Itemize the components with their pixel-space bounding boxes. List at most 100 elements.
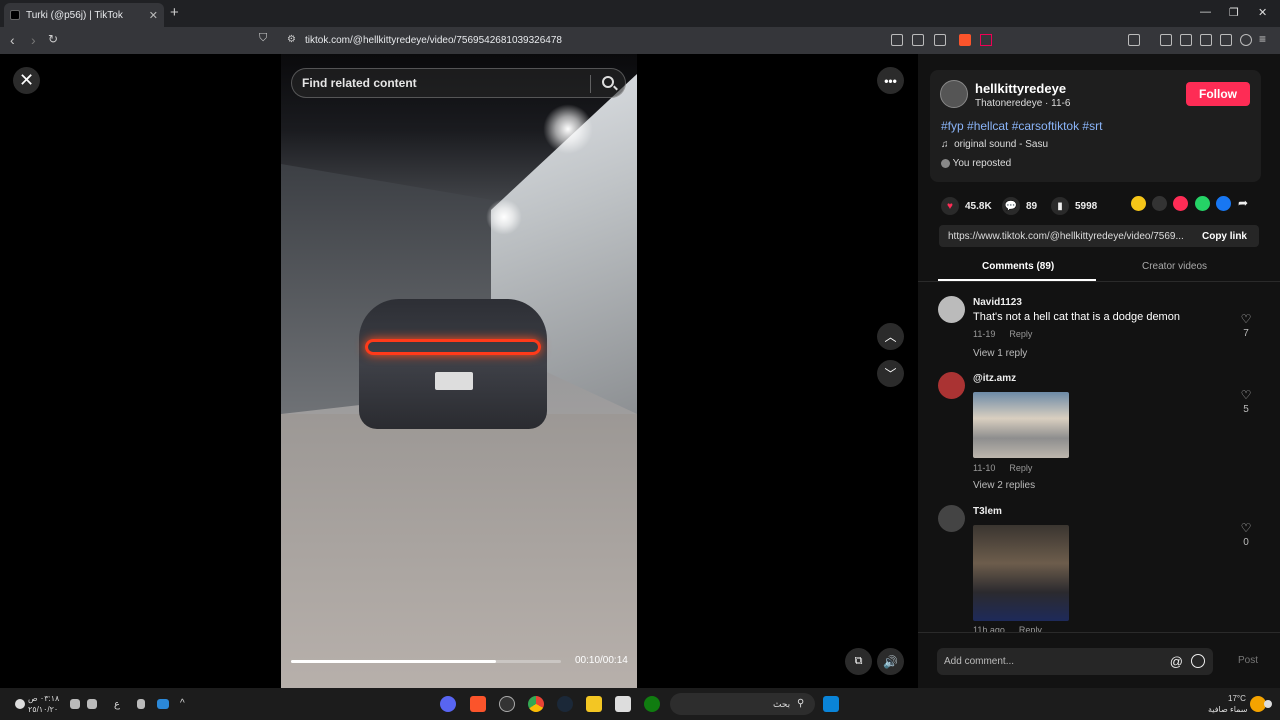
share-page-icon[interactable] [934,34,946,46]
forward-icon[interactable]: › [31,32,36,48]
search-icon[interactable] [602,76,614,88]
floating-player-button[interactable]: ⧉ [845,648,872,675]
taskbar-search[interactable]: بحث ⚲ [670,693,815,715]
file-explorer-icon[interactable] [586,696,602,712]
post-sound[interactable]: ♫ original sound - Sasu [941,139,1048,150]
maximize-icon[interactable]: ❐ [1229,6,1239,19]
music-icon[interactable] [1160,34,1172,46]
sound-label: original sound - Sasu [954,139,1049,150]
post-comment-button[interactable]: Post [1238,655,1258,666]
post-hashtags[interactable]: #fyp #hellcat #carsoftiktok #srt [941,119,1102,133]
cast-icon[interactable] [912,34,924,46]
follow-button[interactable]: Follow [1186,82,1250,106]
weather-desc[interactable]: سماء صافية [1208,705,1248,714]
speaker-icon[interactable] [70,699,80,709]
close-tab-icon[interactable]: ✕ [149,9,158,22]
language-indicator[interactable]: ع [114,699,120,710]
steam-icon[interactable] [557,696,573,712]
minimize-icon[interactable]: — [1200,6,1211,18]
search-divider [590,75,591,93]
xbox-icon[interactable] [644,696,660,712]
chevron-up-icon[interactable]: ^ [180,698,185,709]
tab-creator-videos[interactable]: Creator videos [1142,261,1207,272]
back-icon[interactable]: ‹ [10,32,15,48]
windows-start-icon[interactable] [823,696,839,712]
wallet-icon[interactable] [1200,34,1212,46]
next-video-button[interactable]: ﹀ [877,360,904,387]
reply-button[interactable]: Reply [1009,329,1032,339]
settings-icon[interactable] [15,699,25,709]
repost-share-icon[interactable] [1131,196,1146,211]
no-translate-icon[interactable] [891,34,903,46]
brave-shield-icon[interactable] [959,34,971,46]
copy-link-button[interactable]: Copy link [1202,231,1259,242]
comment-image[interactable] [973,392,1069,458]
clock-time[interactable]: ٠٣:١٨ ص [28,694,59,703]
app-icon[interactable] [499,696,515,712]
close-video-button[interactable]: ✕ [13,67,40,94]
search-placeholder: Find related content [302,76,417,90]
browser-tab[interactable]: Turki (@p56j) | TikTok ✕ [4,3,164,27]
brave-browser-icon[interactable] [470,696,486,712]
send-to-friends-icon[interactable] [1173,196,1188,211]
notification-icon[interactable] [1264,700,1272,708]
window-close-icon[interactable]: ✕ [1258,6,1267,19]
store-icon[interactable] [615,696,631,712]
bookmark-icon[interactable]: ⛉ [259,32,267,45]
comment-heart-icon[interactable]: ♡ [1239,521,1253,535]
screenshot-icon[interactable] [1128,34,1140,46]
more-share-icon[interactable]: ➦ [1238,196,1253,211]
facebook-icon[interactable] [1216,196,1231,211]
video-link[interactable]: https://www.tiktok.com/@hellkittyredeye/… [948,231,1202,242]
heart-icon: ♥ [941,197,959,215]
save-stat[interactable]: ▮ 5998 [1051,197,1097,215]
comment-heart-icon[interactable]: ♡ [1239,312,1253,326]
tab-divider [918,281,1280,282]
mention-icon[interactable]: @ [1170,654,1183,669]
previous-video-button[interactable]: ︿ [877,323,904,350]
commenter-avatar[interactable] [938,505,965,532]
video-progress-bar[interactable] [291,660,561,663]
commenter-name[interactable]: Navid1123 [973,297,1022,308]
author-username[interactable]: hellkittyredeye [975,81,1066,96]
microphone-icon[interactable] [137,699,145,709]
view-replies-button[interactable]: View 1 reply [973,348,1027,359]
weather-temp[interactable]: 17°C [1228,694,1246,703]
comment-image[interactable] [973,525,1069,621]
tab-comments[interactable]: Comments (89) [982,261,1054,272]
find-related-search[interactable]: Find related content [291,68,626,98]
comment-stat[interactable]: 💬 89 [1002,197,1037,215]
network-icon[interactable] [87,699,97,709]
view-replies-button[interactable]: View 2 replies [973,480,1035,491]
commenter-name[interactable]: @itz.amz [973,373,1016,384]
brave-rewards-icon[interactable] [980,34,992,46]
author-avatar[interactable] [940,80,968,108]
add-comment-input[interactable]: Add comment... @ [937,648,1213,675]
vpn-icon[interactable] [1240,34,1252,46]
clock-date[interactable]: ٢٥/١٠/٢٠ [28,705,58,714]
url-field[interactable]: tiktok.com/@hellkittyredeye/video/756954… [305,35,562,46]
video-player[interactable] [281,54,637,688]
reload-icon[interactable]: ↻ [48,32,58,46]
commenter-name[interactable]: T3lem [973,506,1002,517]
like-stat[interactable]: ♥ 45.8K [941,197,992,215]
reply-button[interactable]: Reply [1009,463,1032,473]
site-info-icon[interactable]: ⚙ [287,34,296,45]
discord-icon[interactable] [440,696,456,712]
save-count: 5998 [1075,200,1098,212]
whatsapp-icon[interactable] [1195,196,1210,211]
leo-ai-icon[interactable] [1220,34,1232,46]
commenter-avatar[interactable] [938,296,965,323]
emoji-icon[interactable] [1191,654,1205,668]
embed-icon[interactable] [1152,196,1167,211]
new-tab-icon[interactable]: + [170,4,179,21]
sync-icon[interactable] [157,699,169,709]
sidebar-icon[interactable] [1180,34,1192,46]
chrome-icon[interactable] [528,696,544,712]
comment-heart-icon[interactable]: ♡ [1239,388,1253,402]
menu-icon[interactable]: ≡ [1259,32,1266,46]
video-frame-light [486,199,522,235]
more-options-button[interactable]: ••• [877,67,904,94]
commenter-avatar[interactable] [938,372,965,399]
volume-button[interactable]: 🔊 [877,648,904,675]
